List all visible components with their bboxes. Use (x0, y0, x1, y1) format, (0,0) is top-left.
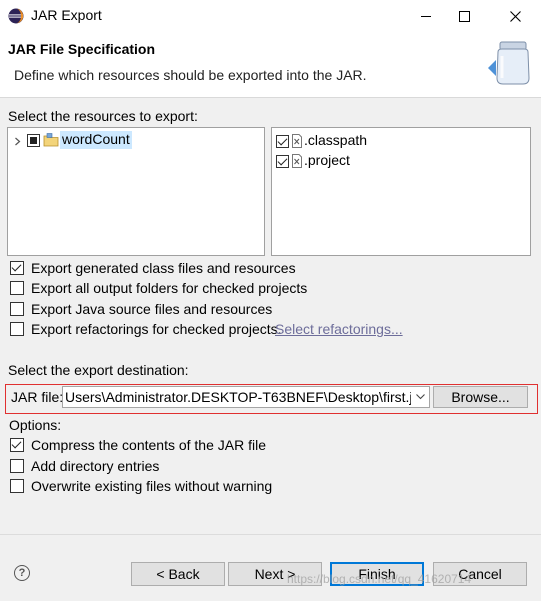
export-refactorings-label: Export refactorings for checked projects… (31, 321, 282, 337)
file-checkbox[interactable] (276, 155, 289, 168)
minimize-icon (421, 16, 431, 17)
footer-separator (0, 534, 541, 535)
export-source-checkbox[interactable] (10, 302, 24, 316)
window-title: JAR Export (31, 7, 102, 23)
export-class-files-label: Export generated class files and resourc… (31, 260, 296, 276)
close-icon (509, 10, 521, 22)
jar-file-combo[interactable]: Users\Administrator.DESKTOP-T63BNEF\Desk… (62, 386, 430, 408)
project-tree[interactable]: wordCount (7, 127, 265, 256)
file-icon (292, 154, 302, 168)
browse-button[interactable]: Browse... (433, 386, 528, 408)
page-description: Define which resources should be exporte… (14, 67, 367, 83)
destination-label: Select the export destination: (8, 362, 189, 378)
chevron-down-icon[interactable] (416, 394, 425, 400)
file-list[interactable]: .classpath .project (271, 127, 531, 256)
file-label: .classpath (304, 132, 368, 148)
help-glyph: ? (18, 567, 26, 579)
file-label: .project (304, 152, 350, 168)
export-output-folders-checkbox[interactable] (10, 281, 24, 295)
wizard-header: JAR File Specification Define which reso… (0, 32, 541, 98)
export-output-folders-label: Export all output folders for checked pr… (31, 280, 308, 296)
project-folder-icon (43, 133, 59, 147)
overwrite-label: Overwrite existing files without warning (31, 478, 273, 494)
jar-file-label: JAR file: (11, 389, 64, 405)
jar-file-value[interactable]: Users\Administrator.DESKTOP-T63BNEF\Desk… (65, 389, 411, 405)
tree-item-checkbox[interactable] (27, 134, 40, 147)
chevron-right-icon[interactable] (13, 137, 22, 146)
maximize-button[interactable] (441, 0, 487, 32)
watermark: https://blog.csdn.net/qq_41620714 (287, 572, 472, 586)
file-icon (292, 134, 302, 148)
close-button[interactable] (492, 0, 538, 32)
export-class-files-checkbox[interactable] (10, 261, 24, 275)
page-title: JAR File Specification (8, 41, 156, 57)
select-refactorings-link[interactable]: Select refactorings... (275, 321, 403, 337)
compress-checkbox[interactable] (10, 438, 24, 452)
tree-item-label[interactable]: wordCount (60, 131, 132, 149)
title-bar: JAR Export (0, 0, 541, 32)
export-refactorings-checkbox[interactable] (10, 322, 24, 336)
overwrite-checkbox[interactable] (10, 479, 24, 493)
file-checkbox[interactable] (276, 135, 289, 148)
maximize-icon (458, 10, 470, 22)
help-icon[interactable]: ? (14, 565, 30, 581)
options-label: Options: (9, 417, 62, 433)
back-button-label: < Back (156, 566, 200, 582)
compress-label: Compress the contents of the JAR file (31, 437, 266, 453)
back-button[interactable]: < Back (131, 562, 225, 586)
browse-button-label: Browse... (451, 389, 510, 405)
directory-entries-checkbox[interactable] (10, 459, 24, 473)
export-source-label: Export Java source files and resources (31, 301, 273, 317)
jar-icon (488, 41, 530, 85)
resources-label: Select the resources to export: (8, 108, 198, 124)
eclipse-icon (8, 8, 24, 24)
directory-entries-label: Add directory entries (31, 458, 160, 474)
